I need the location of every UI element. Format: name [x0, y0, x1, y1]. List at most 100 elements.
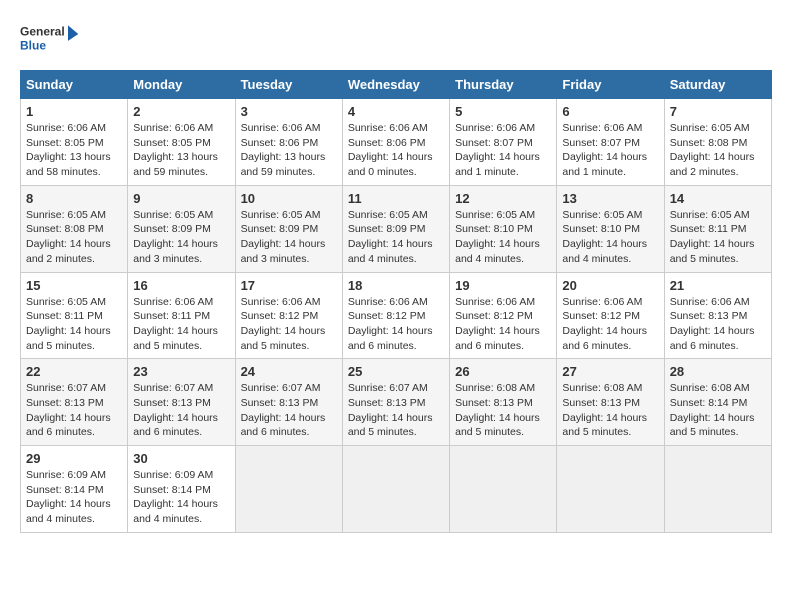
calendar-cell: 2Sunrise: 6:06 AM Sunset: 8:05 PM Daylig…	[128, 99, 235, 186]
logo-svg: General Blue	[20, 20, 80, 60]
day-info: Sunrise: 6:07 AM Sunset: 8:13 PM Dayligh…	[133, 381, 229, 440]
day-number: 30	[133, 451, 229, 466]
calendar-cell: 5 Sunrise: 6:06 AM Sunset: 8:07 PM Daylig…	[450, 99, 557, 186]
day-info: Sunrise: 6:05 AM Sunset: 8:09 PM Dayligh…	[348, 208, 444, 267]
day-number: 19	[455, 278, 551, 293]
header-wednesday: Wednesday	[342, 71, 449, 99]
day-number: 13	[562, 191, 658, 206]
day-number: 5	[455, 104, 551, 119]
day-number: 9	[133, 191, 229, 206]
day-info: Sunrise: 6:08 AM Sunset: 8:14 PM Dayligh…	[670, 381, 766, 440]
calendar-cell: 20 Sunrise: 6:06 AM Sunset: 8:12 PM Dayli…	[557, 272, 664, 359]
week-row-0: 1 Sunrise: 6:06 AM Sunset: 8:05 PM Daylig…	[21, 99, 772, 186]
calendar-cell: 16 Sunrise: 6:06 AM Sunset: 8:11 PM Dayli…	[128, 272, 235, 359]
day-number: 27	[562, 364, 658, 379]
calendar-cell: 6Sunrise: 6:06 AM Sunset: 8:07 PM Daylig…	[557, 99, 664, 186]
day-number: 20	[562, 278, 658, 293]
page-header: General Blue	[20, 20, 772, 60]
day-info: Sunrise: 6:09 AM Sunset: 8:14 PM Dayligh…	[26, 468, 122, 527]
calendar-cell: 27 Sunrise: 6:08 AM Sunset: 8:13 PM Dayli…	[557, 359, 664, 446]
header-friday: Friday	[557, 71, 664, 99]
day-number: 10	[241, 191, 337, 206]
calendar-cell: 29Sunrise: 6:09 AM Sunset: 8:14 PM Dayli…	[21, 446, 128, 533]
day-number: 17	[241, 278, 337, 293]
calendar-cell: 13 Sunrise: 6:05 AM Sunset: 8:10 PM Dayli…	[557, 185, 664, 272]
header-saturday: Saturday	[664, 71, 771, 99]
calendar-cell: 23 Sunrise: 6:07 AM Sunset: 8:13 PM Dayli…	[128, 359, 235, 446]
day-info: Sunrise: 6:07 AM Sunset: 8:13 PM Dayligh…	[26, 381, 122, 440]
day-number: 12	[455, 191, 551, 206]
week-row-4: 29Sunrise: 6:09 AM Sunset: 8:14 PM Dayli…	[21, 446, 772, 533]
calendar-cell: 4 Sunrise: 6:06 AM Sunset: 8:06 PM Daylig…	[342, 99, 449, 186]
svg-text:Blue: Blue	[20, 38, 46, 52]
calendar-cell: 9 Sunrise: 6:05 AM Sunset: 8:09 PM Daylig…	[128, 185, 235, 272]
week-row-2: 15Sunrise: 6:05 AM Sunset: 8:11 PM Dayli…	[21, 272, 772, 359]
calendar-cell: 8 Sunrise: 6:05 AM Sunset: 8:08 PM Daylig…	[21, 185, 128, 272]
week-row-3: 22 Sunrise: 6:07 AM Sunset: 8:13 PM Dayli…	[21, 359, 772, 446]
day-info: Sunrise: 6:06 AM Sunset: 8:06 PM Dayligh…	[348, 121, 444, 180]
calendar-cell	[235, 446, 342, 533]
day-info: Sunrise: 6:05 AM Sunset: 8:10 PM Dayligh…	[455, 208, 551, 267]
day-number: 16	[133, 278, 229, 293]
day-info: Sunrise: 6:06 AM Sunset: 8:05 PM Dayligh…	[133, 121, 229, 180]
day-number: 24	[241, 364, 337, 379]
svg-text:General: General	[20, 25, 65, 39]
header-sunday: Sunday	[21, 71, 128, 99]
day-number: 25	[348, 364, 444, 379]
day-number: 22	[26, 364, 122, 379]
day-info: Sunrise: 6:05 AM Sunset: 8:09 PM Dayligh…	[241, 208, 337, 267]
calendar-cell	[664, 446, 771, 533]
calendar-cell: 25 Sunrise: 6:07 AM Sunset: 8:13 PM Dayli…	[342, 359, 449, 446]
calendar-cell: 26 Sunrise: 6:08 AM Sunset: 8:13 PM Dayli…	[450, 359, 557, 446]
day-info: Sunrise: 6:05 AM Sunset: 8:10 PM Dayligh…	[562, 208, 658, 267]
day-number: 11	[348, 191, 444, 206]
day-info: Sunrise: 6:05 AM Sunset: 8:11 PM Dayligh…	[26, 295, 122, 354]
calendar-cell: 18Sunrise: 6:06 AM Sunset: 8:12 PM Dayli…	[342, 272, 449, 359]
calendar-cell: 30Sunrise: 6:09 AM Sunset: 8:14 PM Dayli…	[128, 446, 235, 533]
day-info: Sunrise: 6:05 AM Sunset: 8:11 PM Dayligh…	[670, 208, 766, 267]
day-info: Sunrise: 6:07 AM Sunset: 8:13 PM Dayligh…	[348, 381, 444, 440]
day-number: 4	[348, 104, 444, 119]
day-number: 26	[455, 364, 551, 379]
day-info: Sunrise: 6:06 AM Sunset: 8:12 PM Dayligh…	[455, 295, 551, 354]
day-number: 14	[670, 191, 766, 206]
day-number: 23	[133, 364, 229, 379]
day-number: 28	[670, 364, 766, 379]
week-row-1: 8 Sunrise: 6:05 AM Sunset: 8:08 PM Daylig…	[21, 185, 772, 272]
day-info: Sunrise: 6:08 AM Sunset: 8:13 PM Dayligh…	[562, 381, 658, 440]
calendar-cell: 10 Sunrise: 6:05 AM Sunset: 8:09 PM Dayli…	[235, 185, 342, 272]
calendar-cell: 3 Sunrise: 6:06 AM Sunset: 8:06 PM Daylig…	[235, 99, 342, 186]
calendar-cell: 14 Sunrise: 6:05 AM Sunset: 8:11 PM Dayli…	[664, 185, 771, 272]
header-monday: Monday	[128, 71, 235, 99]
calendar-cell: 28 Sunrise: 6:08 AM Sunset: 8:14 PM Dayli…	[664, 359, 771, 446]
day-info: Sunrise: 6:06 AM Sunset: 8:07 PM Dayligh…	[562, 121, 658, 180]
calendar-cell: 15Sunrise: 6:05 AM Sunset: 8:11 PM Dayli…	[21, 272, 128, 359]
day-info: Sunrise: 6:05 AM Sunset: 8:09 PM Dayligh…	[133, 208, 229, 267]
day-number: 18	[348, 278, 444, 293]
day-number: 1	[26, 104, 122, 119]
day-number: 3	[241, 104, 337, 119]
calendar-table: SundayMondayTuesdayWednesdayThursdayFrid…	[20, 70, 772, 533]
calendar-cell: 17 Sunrise: 6:06 AM Sunset: 8:12 PM Dayli…	[235, 272, 342, 359]
calendar-cell: 19 Sunrise: 6:06 AM Sunset: 8:12 PM Dayli…	[450, 272, 557, 359]
header-row: SundayMondayTuesdayWednesdayThursdayFrid…	[21, 71, 772, 99]
day-info: Sunrise: 6:08 AM Sunset: 8:13 PM Dayligh…	[455, 381, 551, 440]
calendar-cell	[557, 446, 664, 533]
day-info: Sunrise: 6:06 AM Sunset: 8:06 PM Dayligh…	[241, 121, 337, 180]
day-info: Sunrise: 6:06 AM Sunset: 8:11 PM Dayligh…	[133, 295, 229, 354]
day-info: Sunrise: 6:07 AM Sunset: 8:13 PM Dayligh…	[241, 381, 337, 440]
calendar-cell: 7Sunrise: 6:05 AM Sunset: 8:08 PM Daylig…	[664, 99, 771, 186]
calendar-cell	[450, 446, 557, 533]
day-info: Sunrise: 6:05 AM Sunset: 8:08 PM Dayligh…	[26, 208, 122, 267]
calendar-cell: 24 Sunrise: 6:07 AM Sunset: 8:13 PM Dayli…	[235, 359, 342, 446]
header-thursday: Thursday	[450, 71, 557, 99]
day-number: 8	[26, 191, 122, 206]
day-info: Sunrise: 6:06 AM Sunset: 8:13 PM Dayligh…	[670, 295, 766, 354]
day-info: Sunrise: 6:06 AM Sunset: 8:12 PM Dayligh…	[562, 295, 658, 354]
day-info: Sunrise: 6:06 AM Sunset: 8:07 PM Dayligh…	[455, 121, 551, 180]
day-info: Sunrise: 6:06 AM Sunset: 8:12 PM Dayligh…	[241, 295, 337, 354]
header-tuesday: Tuesday	[235, 71, 342, 99]
logo: General Blue	[20, 20, 80, 60]
calendar-cell: 11 Sunrise: 6:05 AM Sunset: 8:09 PM Dayli…	[342, 185, 449, 272]
calendar-body: 1 Sunrise: 6:06 AM Sunset: 8:05 PM Daylig…	[21, 99, 772, 533]
